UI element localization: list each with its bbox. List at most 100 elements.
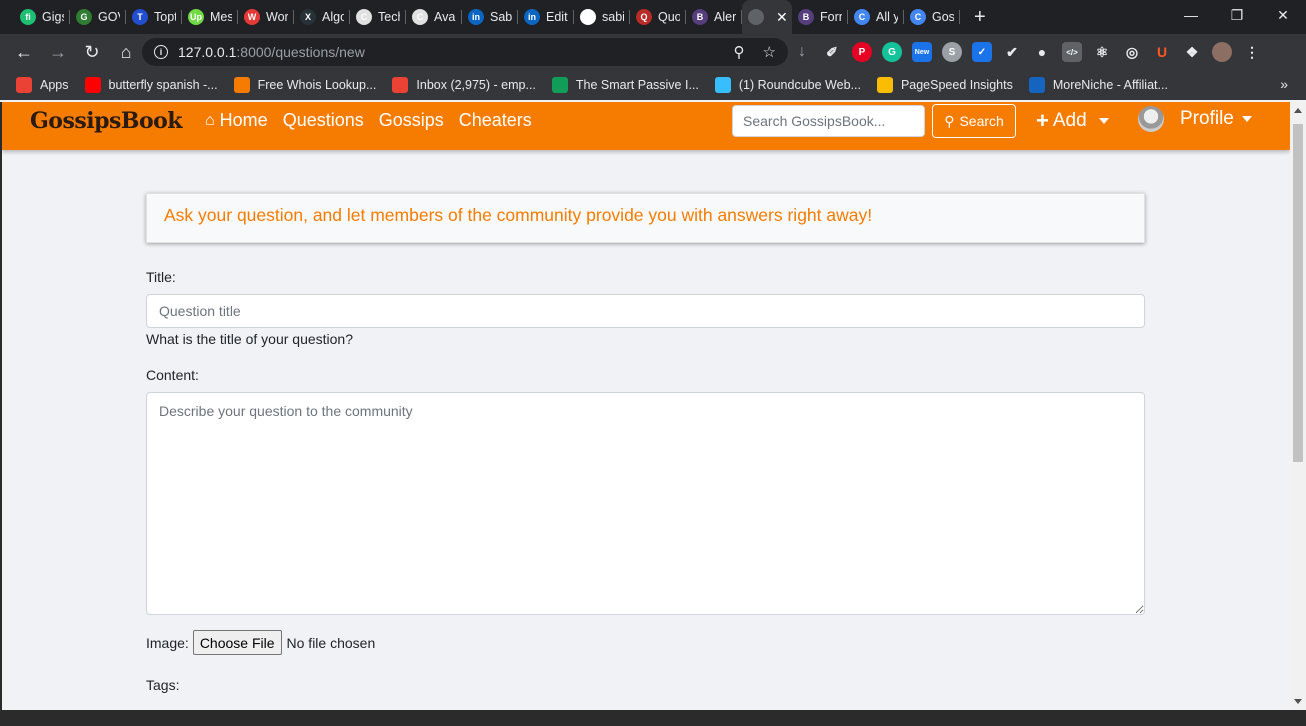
menu-dots-icon[interactable]: ⋮	[1242, 42, 1262, 62]
bookmark-favicon-icon	[714, 77, 731, 93]
search-button-label: Search	[959, 113, 1004, 129]
browser-tab[interactable]: Q Quo	[630, 0, 686, 34]
tab-favicon-icon: C	[910, 9, 926, 25]
profile-label: Profile	[1180, 108, 1234, 129]
restore-icon[interactable]: ❐	[1214, 0, 1260, 30]
bookmark-favicon-icon	[551, 77, 568, 93]
site-brand-logo[interactable]: GossipsBook	[30, 108, 183, 134]
new-tab-icon[interactable]: +	[974, 6, 986, 29]
hat-extension-icon[interactable]: ●	[1032, 42, 1052, 62]
nav-gossips-link[interactable]: Gossips	[379, 110, 444, 131]
bookmark-item[interactable]: Apps	[16, 77, 69, 93]
bookmark-item[interactable]: Inbox (2,975) - emp...	[392, 77, 536, 93]
target-extension-icon[interactable]: ◎	[1122, 42, 1142, 62]
puzzle-extensions-icon[interactable]: ❖	[1182, 42, 1202, 62]
info-alert: Ask your question, and let members of th…	[146, 193, 1145, 243]
choose-file-button[interactable]: Choose File	[192, 630, 282, 655]
u-extension-icon[interactable]: U	[1152, 42, 1172, 62]
tags-label: Tags:	[146, 677, 180, 693]
bookmark-favicon-icon	[233, 77, 250, 93]
tab-favicon-icon: T	[132, 9, 148, 25]
tab-title: sabi	[602, 10, 624, 24]
search-icon: ⚲	[944, 112, 955, 129]
tab-title: Sabi	[490, 10, 512, 24]
browser-tab[interactable]: C Goss	[904, 0, 960, 34]
nav-home-link[interactable]: ⌂ Home	[205, 110, 268, 131]
tab-title: Tech	[378, 10, 400, 24]
bookmark-item[interactable]: Free Whois Lookup...	[233, 77, 377, 93]
profile-dropdown[interactable]: Profile	[1138, 106, 1252, 132]
back-icon[interactable]: ←	[8, 36, 40, 68]
search-button[interactable]: ⚲ Search	[932, 104, 1016, 138]
tab-title: Wor	[266, 10, 288, 24]
tab-title: Avai	[434, 10, 456, 24]
file-status: No file chosen	[286, 634, 376, 651]
site-search-input[interactable]	[732, 105, 925, 137]
nav-questions-link[interactable]: Questions	[283, 110, 364, 131]
scroll-thumb[interactable]	[1293, 124, 1303, 462]
page-scrollbar[interactable]	[1290, 102, 1306, 710]
user-avatar-icon[interactable]	[1212, 42, 1232, 62]
tab-title: Quo	[658, 10, 680, 24]
browser-tab[interactable]: T Topt	[126, 0, 182, 34]
s-extension-icon[interactable]: S	[942, 42, 962, 62]
bookmark-item[interactable]: butterfly spanish -...	[84, 77, 218, 93]
bookmark-label: (1) Roundcube Web...	[738, 78, 861, 92]
browser-tab[interactable]: B Aler	[686, 0, 742, 34]
bookmark-label: Free Whois Lookup...	[257, 78, 377, 92]
tab-favicon-icon	[748, 9, 764, 25]
zoom-icon[interactable]: ⚲	[734, 43, 745, 61]
reload-icon[interactable]: ↻	[76, 36, 108, 68]
more-bookmarks-icon[interactable]: »	[1280, 76, 1288, 92]
tab-favicon-icon: G	[76, 9, 92, 25]
scroll-down-arrow-icon[interactable]	[1294, 699, 1302, 704]
browser-tab[interactable]: C Avai	[406, 0, 462, 34]
download-extension-icon[interactable]: ↓	[792, 42, 812, 62]
plus-icon: +	[1036, 108, 1049, 133]
tab-title: Forn	[820, 10, 842, 24]
browser-tab[interactable]: C All y	[848, 0, 904, 34]
site-info-icon[interactable]: i	[154, 45, 168, 59]
code-extension-icon[interactable]: </>	[1062, 42, 1082, 62]
dropper-extension-icon[interactable]: ✐	[822, 42, 842, 62]
browser-tab[interactable]: W Wor	[238, 0, 294, 34]
browser-tab[interactable]: in Sabi	[462, 0, 518, 34]
title-input[interactable]	[146, 294, 1145, 328]
bookmark-item[interactable]: (1) Roundcube Web...	[714, 77, 861, 93]
browser-tab[interactable]: C Tech	[350, 0, 406, 34]
new-extension-icon[interactable]: New	[912, 42, 932, 62]
check-extension-icon[interactable]: ✓	[972, 42, 992, 62]
close-window-icon[interactable]: ✕	[1260, 0, 1306, 30]
scroll-up-arrow-icon[interactable]	[1294, 108, 1302, 113]
bookmark-item[interactable]: PageSpeed Insights	[876, 77, 1013, 93]
browser-tab[interactable]: B Forn	[792, 0, 848, 34]
todo-extension-icon[interactable]: ✔	[1002, 42, 1022, 62]
minimize-icon[interactable]: —	[1168, 0, 1214, 30]
image-upload-row: Image: Choose File No file chosen	[146, 630, 375, 655]
bookmark-item[interactable]: The Smart Passive I...	[551, 77, 699, 93]
tab-favicon-icon: Up	[188, 9, 204, 25]
browser-tab[interactable]: G GOV	[70, 0, 126, 34]
browser-tab[interactable]: X Algo	[294, 0, 350, 34]
browser-toolbar: ← → ↻ ⌂ i 127.0.0.1:8000/questions/new ⚲…	[0, 34, 1306, 70]
browser-tab[interactable]: in Edit	[518, 0, 574, 34]
browser-tab[interactable]: |✕	[742, 0, 792, 34]
browser-tab[interactable]: Up Mes	[182, 0, 238, 34]
forward-icon[interactable]: →	[42, 36, 74, 68]
pinterest-extension-icon[interactable]: P	[852, 42, 872, 62]
home-browser-icon[interactable]: ⌂	[110, 36, 142, 68]
nav-cheaters-link[interactable]: Cheaters	[459, 110, 532, 131]
content-textarea[interactable]	[146, 392, 1145, 615]
address-bar[interactable]: i 127.0.0.1:8000/questions/new ⚲ ☆	[142, 38, 788, 66]
tab-favicon-icon: gh	[580, 9, 596, 25]
react-extension-icon[interactable]: ⚛	[1092, 42, 1112, 62]
bookmark-star-icon[interactable]: ☆	[763, 43, 776, 61]
title-label: Title:	[146, 269, 176, 285]
browser-tab[interactable]: gh sabi	[574, 0, 630, 34]
browser-tab[interactable]: fi Gigs	[14, 0, 70, 34]
add-dropdown[interactable]: + Add	[1036, 108, 1109, 134]
grammarly-extension-icon[interactable]: G	[882, 42, 902, 62]
title-help-text: What is the title of your question?	[146, 331, 353, 347]
close-tab-icon[interactable]: ✕	[776, 9, 788, 26]
bookmark-item[interactable]: MoreNiche - Affiliat...	[1028, 77, 1168, 93]
